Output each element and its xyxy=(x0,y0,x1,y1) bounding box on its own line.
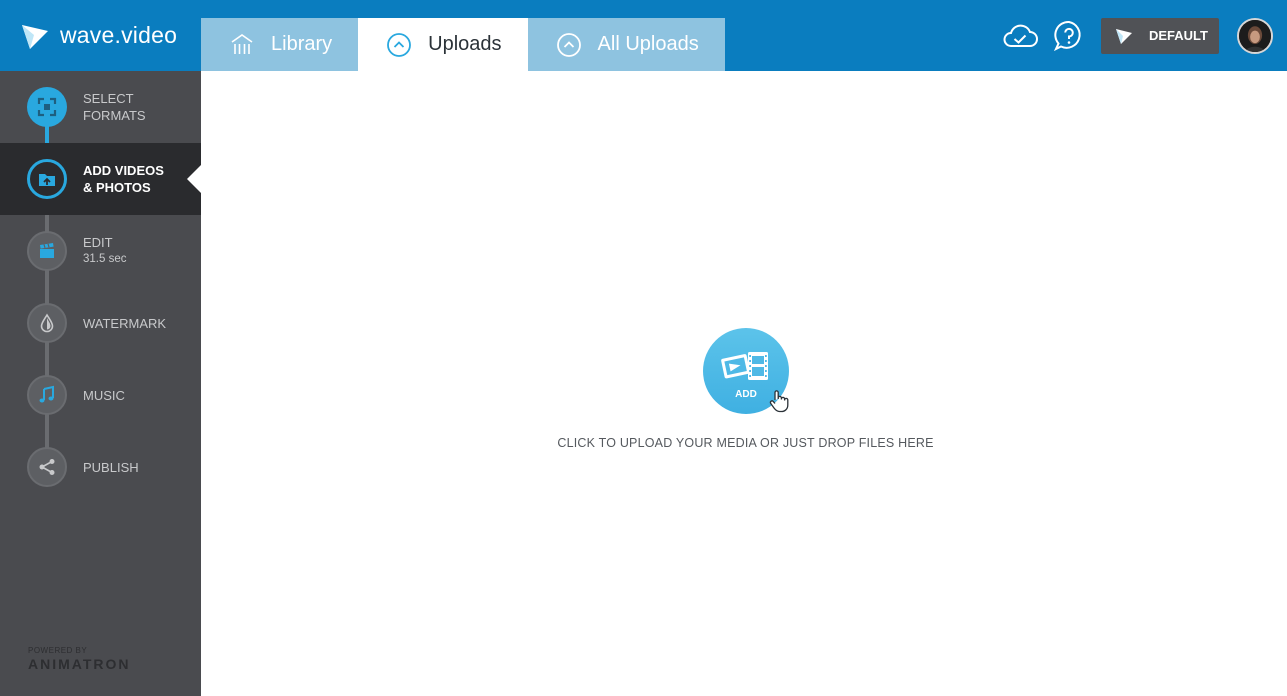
help-bubble-icon[interactable] xyxy=(1053,20,1085,52)
media-tabs: Library Uploads All Uploads xyxy=(201,18,725,71)
default-button-label: DEFAULT xyxy=(1149,28,1208,43)
tab-uploads[interactable]: Uploads xyxy=(358,18,528,71)
upload-circle-icon xyxy=(387,32,412,57)
step-publish-label: PUBLISH xyxy=(83,459,139,476)
step-label-line1: WATERMARK xyxy=(83,315,167,331)
upload-circle-icon xyxy=(556,32,581,57)
add-label: ADD xyxy=(735,389,757,400)
step-select-formats-badge xyxy=(27,87,67,127)
select-formats-icon xyxy=(37,97,57,117)
animatron-logo: ANIMATRON xyxy=(28,656,131,672)
share-icon xyxy=(39,459,55,475)
step-edit[interactable]: EDIT 31.5 sec xyxy=(0,215,201,287)
header-actions: DEFAULT xyxy=(1001,0,1287,71)
powered-by-text: POWERED BY xyxy=(28,646,88,655)
step-label-line1: SELECT xyxy=(83,91,134,106)
step-label-line2: & PHOTOS xyxy=(83,180,151,195)
app-logo[interactable]: wave.video xyxy=(0,0,201,71)
upload-hint-text: CLICK TO UPLOAD YOUR MEDIA OR JUST DROP … xyxy=(557,436,934,450)
tab-all-uploads[interactable]: All Uploads xyxy=(527,18,725,71)
drop-icon xyxy=(40,313,54,333)
user-avatar[interactable] xyxy=(1237,17,1273,54)
library-icon xyxy=(231,33,253,54)
add-media-button[interactable]: ADD xyxy=(703,328,801,416)
step-add-videos-photos[interactable]: ADD VIDEOS & PHOTOS xyxy=(0,143,201,215)
tab-library[interactable]: Library xyxy=(201,18,359,71)
step-watermark-label: WATERMARK xyxy=(83,315,166,332)
step-select-formats[interactable]: SELECT FORMATS xyxy=(0,71,201,143)
step-add-videos-badge xyxy=(27,159,67,199)
step-music-label: MUSIC xyxy=(83,387,125,404)
brand-logo-icon xyxy=(1116,28,1132,44)
step-label-line1: PUBLISH xyxy=(83,459,139,475)
step-add-videos-label: ADD VIDEOS & PHOTOS xyxy=(83,162,164,196)
tab-uploads-label: Uploads xyxy=(428,33,502,55)
pointer-hand-icon xyxy=(769,390,789,413)
powered-by-footer: POWERED BY ANIMATRON xyxy=(28,646,131,672)
step-edit-badge xyxy=(27,231,67,271)
top-bar: wave.video Library Uploads All Uploads D… xyxy=(0,0,1287,71)
upload-area[interactable]: ADD CLICK TO UPLOAD YOUR MEDIA OR JUST D… xyxy=(201,71,1287,696)
step-label-line1: ADD VIDEOS xyxy=(83,163,164,178)
default-brand-button[interactable]: DEFAULT xyxy=(1101,17,1219,54)
step-watermark[interactable]: WATERMARK xyxy=(0,287,201,359)
step-label-line1: MUSIC xyxy=(83,387,125,403)
logo-text: wave.video xyxy=(60,22,178,48)
avatar-portrait-icon xyxy=(1239,19,1271,52)
step-watermark-badge xyxy=(27,303,67,343)
step-publish-badge xyxy=(27,447,67,487)
step-label-line2: FORMATS xyxy=(83,108,146,123)
clapperboard-icon xyxy=(40,243,54,258)
step-publish[interactable]: PUBLISH xyxy=(0,431,201,503)
tab-library-label: Library xyxy=(271,33,333,55)
photo-video-icon xyxy=(721,352,768,380)
tab-all-uploads-label: All Uploads xyxy=(597,33,699,55)
step-music[interactable]: MUSIC xyxy=(0,359,201,431)
step-edit-label: EDIT 31.5 sec xyxy=(83,234,126,268)
step-music-badge xyxy=(27,375,67,415)
folder-upload-icon xyxy=(39,174,55,186)
steps-sidebar: SELECT FORMATS ADD VIDEOS & PHOTOS EDIT … xyxy=(0,71,201,696)
music-note-icon xyxy=(39,385,54,403)
wave-video-logo-icon xyxy=(22,24,48,49)
step-select-formats-label: SELECT FORMATS xyxy=(83,90,146,124)
step-label-line1: EDIT xyxy=(83,235,113,250)
active-step-pointer xyxy=(187,165,201,193)
cloud-check-icon[interactable] xyxy=(1001,21,1039,51)
step-edit-duration: 31.5 sec xyxy=(83,253,127,265)
